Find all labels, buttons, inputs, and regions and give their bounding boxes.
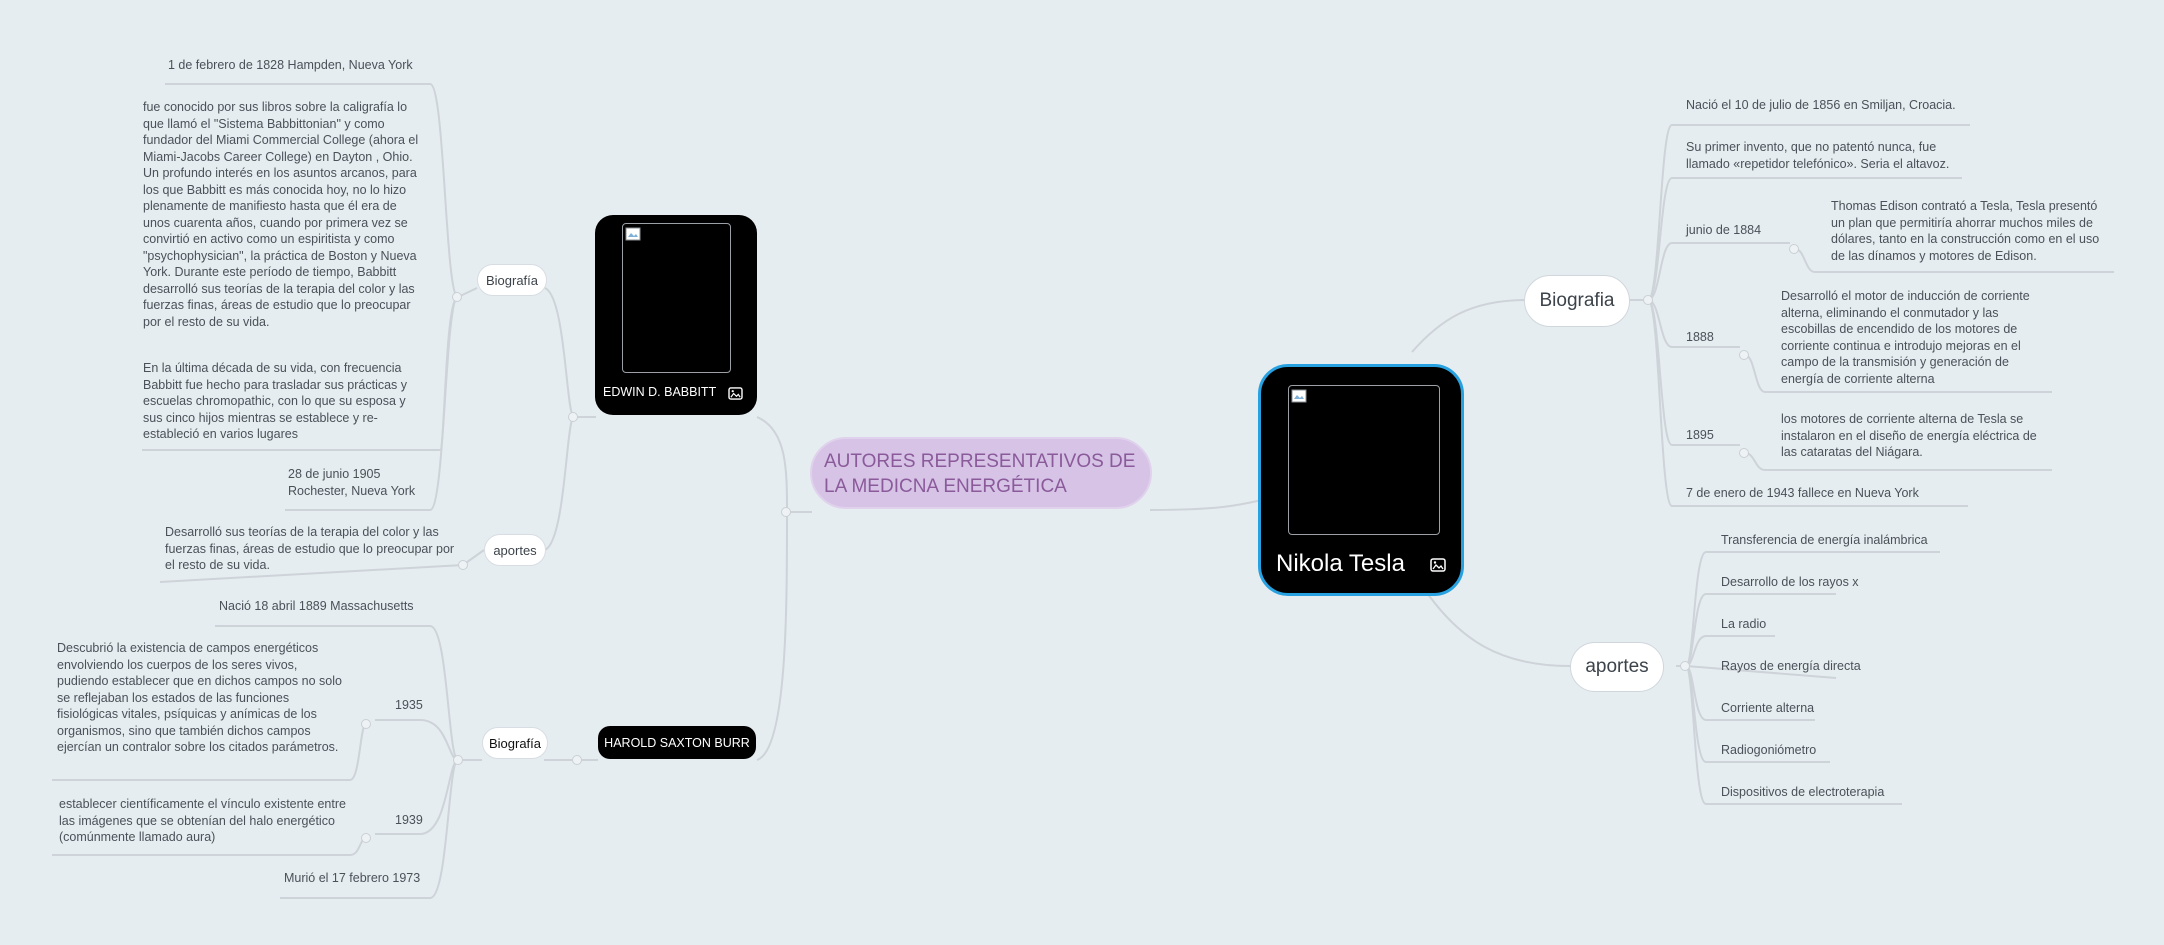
broken-image-icon xyxy=(625,227,641,241)
tesla-bio-text: Su primer invento, que no patentó nunca,… xyxy=(1686,140,1950,171)
babbitt-aportes-topic[interactable]: aportes xyxy=(484,534,546,566)
tesla-bio-text: los motores de corriente alterna de Tesl… xyxy=(1781,412,2037,459)
tesla-image xyxy=(1288,385,1440,535)
collapse-toggle[interactable] xyxy=(1643,295,1653,305)
tesla-bio-text: Desarrolló el motor de inducción de corr… xyxy=(1781,289,2030,386)
tesla-bio-detail[interactable]: los motores de corriente alterna de Tesl… xyxy=(1781,411,2051,461)
collapse-toggle[interactable] xyxy=(568,412,578,422)
collapse-toggle[interactable] xyxy=(453,755,463,765)
babbitt-biografia-topic[interactable]: Biografía xyxy=(477,264,547,296)
babbitt-bio-text: 1 de febrero de 1828 Hampden, Nueva York xyxy=(168,58,413,72)
babbitt-bio-item[interactable]: En la última década de su vida, con frec… xyxy=(143,360,428,443)
tesla-aporte-text: Desarrollo de los rayos x xyxy=(1721,575,1859,589)
babbitt-bio-text: En la última década de su vida, con frec… xyxy=(143,361,408,441)
tesla-bio-item[interactable]: Su primer invento, que no patentó nunca,… xyxy=(1686,139,1976,172)
babbitt-bio-text: 28 de junio 1905 Rochester, Nueva York xyxy=(288,467,416,498)
tesla-bio-label-text: 1895 xyxy=(1686,428,1714,442)
tesla-bio-label[interactable]: 1888 xyxy=(1686,329,1714,346)
tesla-aporte-text: Rayos de energía directa xyxy=(1721,659,1861,673)
babbitt-aportes-label: aportes xyxy=(493,542,537,558)
burr-bio-item[interactable]: Nació 18 abril 1889 Massachusetts xyxy=(219,598,414,615)
burr-bio-label-text: 1935 xyxy=(395,698,423,712)
tesla-bio-text: Thomas Edison contrató a Tesla, Tesla pr… xyxy=(1831,199,2100,263)
tesla-aporte-item[interactable]: Corriente alterna xyxy=(1721,700,1814,717)
tesla-bio-label[interactable]: junio de 1884 xyxy=(1686,222,1761,239)
tesla-aporte-text: La radio xyxy=(1721,617,1767,631)
tesla-aporte-text: Transferencia de energía inalámbrica xyxy=(1721,533,1928,547)
broken-image-icon xyxy=(1291,389,1307,403)
burr-bio-label[interactable]: 1935 xyxy=(395,697,423,714)
babbitt-aporte-text: Desarrolló sus teorías de la terapia del… xyxy=(165,525,455,572)
collapse-toggle[interactable] xyxy=(361,833,371,843)
collapse-toggle[interactable] xyxy=(1789,244,1799,254)
tesla-aportes-topic[interactable]: aportes xyxy=(1570,642,1664,692)
tesla-aporte-item[interactable]: Transferencia de energía inalámbrica xyxy=(1721,532,1928,549)
tesla-aporte-text: Dispositivos de electroterapia xyxy=(1721,785,1885,799)
collapse-toggle[interactable] xyxy=(1739,448,1749,458)
tesla-bio-item[interactable]: Nació el 10 de julio de 1856 en Smiljan,… xyxy=(1686,97,1976,114)
tesla-aporte-text: Corriente alterna xyxy=(1721,701,1815,715)
collapse-toggle[interactable] xyxy=(1680,661,1690,671)
burr-bio-text: Nació 18 abril 1889 Massachusetts xyxy=(219,599,414,613)
burr-bio-label[interactable]: 1939 xyxy=(395,812,423,829)
collapse-toggle[interactable] xyxy=(1739,350,1749,360)
babbitt-name: EDWIN D. BABBITT xyxy=(603,385,717,399)
burr-bio-detail[interactable]: establecer científicamente el vínculo ex… xyxy=(59,796,349,846)
tesla-bio-detail[interactable]: Thomas Edison contrató a Tesla, Tesla pr… xyxy=(1831,198,2111,264)
collapse-toggle[interactable] xyxy=(458,560,468,570)
tesla-aporte-item[interactable]: Dispositivos de electroterapia xyxy=(1721,784,1884,801)
tesla-bio-detail[interactable]: Desarrolló el motor de inducción de corr… xyxy=(1781,288,2051,387)
image-icon[interactable] xyxy=(1430,558,1446,572)
burr-name: HAROLD SAXTON BURR xyxy=(604,735,750,750)
tesla-aporte-text: Radiogoniómetro xyxy=(1721,743,1817,757)
burr-bio-text: Descubrió la existencia de campos energé… xyxy=(57,641,342,754)
babbitt-biografia-label: Biografía xyxy=(485,272,539,288)
burr-bio-text: establecer científicamente el vínculo ex… xyxy=(59,797,346,844)
tesla-biografia-label: Biografia xyxy=(1539,290,1615,311)
tesla-bio-label-text: 1888 xyxy=(1686,330,1714,344)
burr-bio-text: Murió el 17 febrero 1973 xyxy=(284,871,421,885)
babbitt-bio-item[interactable]: fue conocido por sus libros sobre la cal… xyxy=(143,99,423,330)
babbitt-bio-item[interactable]: 1 de febrero de 1828 Hampden, Nueva York xyxy=(168,57,413,74)
tesla-bio-text: Nació el 10 de julio de 1856 en Smiljan,… xyxy=(1686,98,1956,112)
burr-biografia-label: Biografía xyxy=(488,735,542,751)
tesla-bio-label-text: junio de 1884 xyxy=(1686,223,1762,237)
burr-bio-item[interactable]: Murió el 17 febrero 1973 xyxy=(284,870,420,887)
babbitt-card[interactable]: EDWIN D. BABBITT xyxy=(595,215,757,415)
tesla-aportes-label: aportes xyxy=(1585,656,1649,677)
tesla-card[interactable]: Nikola Tesla xyxy=(1258,364,1464,596)
tesla-bio-item[interactable]: 7 de enero de 1943 fallece en Nueva York xyxy=(1686,485,1976,502)
tesla-name: Nikola Tesla xyxy=(1276,550,1405,577)
tesla-bio-label[interactable]: 1895 xyxy=(1686,427,1714,444)
burr-bio-detail[interactable]: Descubrió la existencia de campos energé… xyxy=(57,640,342,756)
collapse-toggle[interactable] xyxy=(361,719,371,729)
babbitt-bio-text: fue conocido por sus libros sobre la cal… xyxy=(143,100,419,329)
central-topic[interactable]: AUTORES REPRESENTATIVOS DE LA MEDICNA EN… xyxy=(810,437,1152,509)
central-topic-label: AUTORES REPRESENTATIVOS DE LA MEDICNA EN… xyxy=(824,451,1136,497)
tesla-aporte-item[interactable]: La radio xyxy=(1721,616,1766,633)
collapse-toggle-left[interactable] xyxy=(781,507,791,517)
tesla-aporte-item[interactable]: Desarrollo de los rayos x xyxy=(1721,574,1859,591)
tesla-biografia-topic[interactable]: Biografia xyxy=(1524,275,1630,327)
babbitt-aporte-item[interactable]: Desarrolló sus teorías de la terapia del… xyxy=(165,524,455,574)
burr-bio-label-text: 1939 xyxy=(395,813,423,827)
babbitt-bio-item[interactable]: 28 de junio 1905 Rochester, Nueva York xyxy=(288,466,428,499)
burr-biografia-topic[interactable]: Biografía xyxy=(482,727,548,759)
collapse-toggle[interactable] xyxy=(452,292,462,302)
tesla-aporte-item[interactable]: Rayos de energía directa xyxy=(1721,658,1861,675)
tesla-bio-text: 7 de enero de 1943 fallece en Nueva York xyxy=(1686,486,1919,500)
collapse-toggle[interactable] xyxy=(572,755,582,765)
tesla-aporte-item[interactable]: Radiogoniómetro xyxy=(1721,742,1816,759)
burr-card[interactable]: HAROLD SAXTON BURR xyxy=(598,726,756,759)
image-icon[interactable] xyxy=(728,387,743,400)
babbitt-image xyxy=(622,223,731,373)
